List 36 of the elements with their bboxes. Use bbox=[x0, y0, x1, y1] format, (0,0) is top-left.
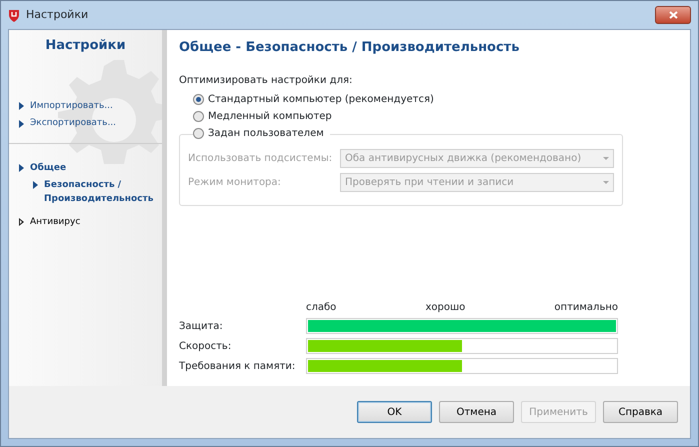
meter-label: Скорость: bbox=[179, 340, 232, 354]
triangle-icon[interactable] bbox=[19, 164, 24, 172]
close-button[interactable] bbox=[655, 6, 691, 24]
option-label: Задан пользователем bbox=[208, 126, 324, 140]
triangle-icon[interactable] bbox=[33, 181, 38, 189]
radio-button[interactable] bbox=[193, 110, 204, 122]
radio-button[interactable] bbox=[193, 94, 204, 104]
scale-label: хорошо bbox=[425, 301, 466, 315]
caret-icon bbox=[603, 156, 609, 160]
window-title: Настройки bbox=[26, 6, 88, 23]
optimize-label: Оптимизировать настройки для: bbox=[179, 74, 354, 88]
sidebar-title: Настройки bbox=[44, 37, 127, 55]
scale-label: слабо bbox=[306, 301, 336, 315]
tree-item[interactable]: Общее bbox=[30, 162, 66, 175]
dialog-button[interactable]: OK bbox=[357, 401, 432, 423]
triangle-icon[interactable] bbox=[19, 218, 24, 226]
field-label: Использовать подсистемы: bbox=[188, 152, 334, 166]
option-label: Медленный компьютер bbox=[208, 110, 332, 124]
scale-label: оптимально bbox=[554, 301, 618, 315]
dialog-button[interactable]: Справка bbox=[603, 401, 678, 423]
sidebar-link[interactable]: Импортировать... bbox=[30, 100, 113, 113]
caret-icon bbox=[603, 180, 609, 184]
field-label: Режим монитора: bbox=[188, 176, 282, 190]
triangle-icon bbox=[19, 120, 24, 128]
option-label: Стандартный компьютер (рекомендуется) bbox=[208, 92, 434, 106]
dialog-button[interactable]: Отмена bbox=[439, 401, 514, 423]
page-title: Общее - Безопасность / Производительность bbox=[179, 39, 520, 57]
sidebar-link[interactable]: Экспортировать... bbox=[30, 117, 116, 130]
meter-label: Требования к памяти: bbox=[179, 360, 296, 374]
shield-icon bbox=[8, 8, 20, 22]
tree-item[interactable]: Безопасность / Производительность bbox=[44, 179, 162, 206]
triangle-icon bbox=[19, 102, 24, 110]
close-icon bbox=[668, 11, 678, 19]
meter-label: Защита: bbox=[179, 320, 224, 334]
radio-button[interactable] bbox=[193, 128, 204, 138]
tree-item[interactable]: Антивирус bbox=[30, 216, 80, 230]
